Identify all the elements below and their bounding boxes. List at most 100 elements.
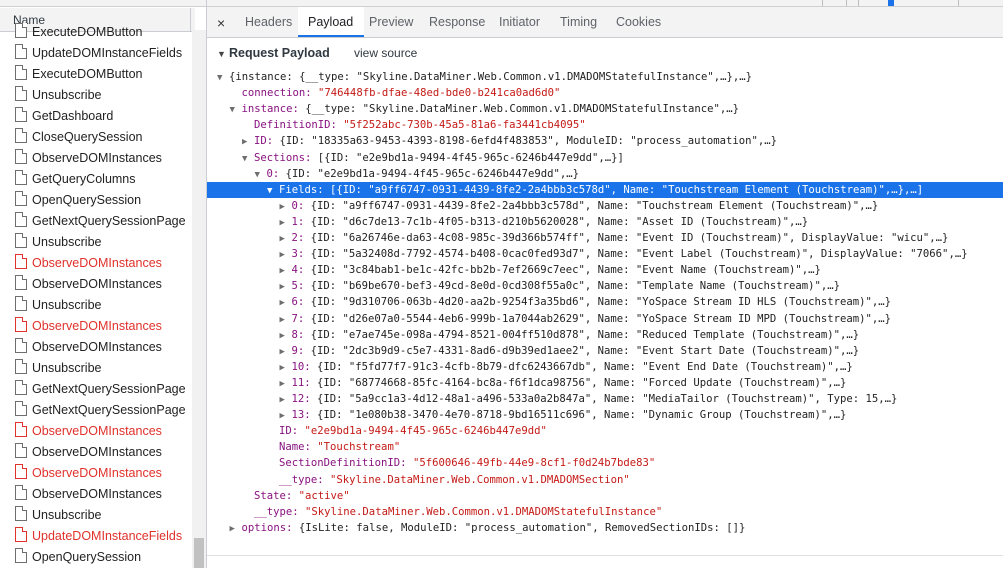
- document-icon: [15, 401, 27, 416]
- payload-tree-line[interactable]: ▶ 5: {ID: "b69be670-bef3-49cd-8e0d-0cd308…: [280, 278, 841, 294]
- expanded-triangle-icon[interactable]: ▼: [230, 102, 242, 118]
- request-row[interactable]: ObserveDOMInstances: [0, 252, 192, 273]
- request-row[interactable]: CloseQuerySession: [0, 126, 192, 147]
- expanded-triangle-icon[interactable]: ▼: [255, 167, 267, 183]
- payload-tree-line[interactable]: ▶ 11: {ID: "68774668-85fc-4164-bc8a-f6f1d…: [280, 375, 847, 391]
- property-value: [{ID: "e2e9bd1a-9494-4f45-965c-6246b447e…: [317, 151, 624, 164]
- view-source-link[interactable]: view source: [354, 46, 417, 60]
- collapsed-triangle-icon[interactable]: ▶: [242, 134, 254, 150]
- request-row[interactable]: GetQueryColumns: [0, 168, 192, 189]
- payload-tree-line[interactable]: ▶ ID: {ID: "18335a63-9453-4393-8198-6efd4…: [242, 133, 777, 149]
- payload-tree-line[interactable]: ▶ options: {IsLite: false, ModuleID: "pro…: [230, 520, 746, 536]
- request-row[interactable]: Unsubscribe: [0, 84, 192, 105]
- request-row[interactable]: ObserveDOMInstances: [0, 336, 192, 357]
- payload-tree-line[interactable]: ▶ 10: {ID: "f5fd77f7-91c3-4cfb-8b79-dfc62…: [280, 359, 853, 375]
- payload-tree-line: State: "active": [242, 488, 350, 504]
- collapsed-triangle-icon[interactable]: ▶: [280, 295, 292, 311]
- collapsed-triangle-icon[interactable]: ▶: [280, 392, 292, 408]
- request-name: ExecuteDOMButton: [32, 25, 143, 39]
- payload-tree-line: DefinitionID: "5f252abc-730b-45a5-81a6-f…: [242, 117, 586, 133]
- payload-tree-line[interactable]: ▶ 0: {ID: "a9ff6747-0931-4439-8fe2-2a4bbb…: [280, 198, 879, 214]
- collapsed-triangle-icon[interactable]: ▶: [230, 521, 242, 537]
- payload-tree-line[interactable]: ▶ 1: {ID: "d6c7de13-7c1b-4f05-b313-d210b5…: [280, 214, 809, 230]
- request-row[interactable]: ObserveDOMInstances: [0, 147, 192, 168]
- scrollbar-thumb[interactable]: [194, 538, 204, 568]
- request-row[interactable]: GetNextQuerySessionPage: [0, 399, 192, 420]
- request-row[interactable]: Unsubscribe: [0, 357, 192, 378]
- payload-tree-line[interactable]: ▼ instance: {__type: "Skyline.DataMiner.W…: [230, 101, 739, 117]
- collapsed-triangle-icon[interactable]: ▶: [280, 279, 292, 295]
- collapsed-triangle-icon[interactable]: ▶: [280, 247, 292, 263]
- collapsed-triangle-icon[interactable]: ▶: [280, 231, 292, 247]
- request-name: CloseQuerySession: [32, 130, 143, 144]
- request-row[interactable]: Unsubscribe: [0, 231, 192, 252]
- expanded-triangle-icon[interactable]: ▼: [217, 70, 229, 86]
- request-list-scrollbar[interactable]: [192, 30, 206, 568]
- tab-preview[interactable]: Preview: [369, 15, 413, 29]
- collapsed-triangle-icon[interactable]: ▶: [280, 376, 292, 392]
- payload-tree-line[interactable]: ▶ 4: {ID: "3c84bab1-be1c-42fc-bb2b-7ef266…: [280, 262, 821, 278]
- payload-tree-line[interactable]: ▶ 12: {ID: "5a9cc1a3-4d12-48a1-a496-533a0…: [280, 391, 898, 407]
- property-value: {ID: "b69be670-bef3-49cd-8e0d-0cd308f55a…: [310, 280, 841, 293]
- payload-tree-line[interactable]: ▼ {instance: {__type: "Skyline.DataMiner.…: [217, 69, 752, 85]
- collapsed-triangle-icon[interactable]: ▶: [280, 344, 292, 360]
- tab-response[interactable]: Response: [429, 15, 485, 29]
- close-icon[interactable]: ×: [217, 15, 225, 31]
- payload-tree-line: ID: "e2e9bd1a-9494-4f45-965c-6246b447e9d…: [267, 423, 547, 439]
- panel-divider: [207, 555, 1003, 556]
- collapsed-triangle-icon[interactable]: ▶: [280, 360, 292, 376]
- collapsed-triangle-icon[interactable]: ▶: [280, 199, 292, 215]
- collapsed-triangle-icon[interactable]: ▶: [280, 263, 292, 279]
- property-key: State:: [254, 489, 299, 502]
- request-row[interactable]: ObserveDOMInstances: [0, 420, 192, 441]
- request-row[interactable]: Unsubscribe: [0, 294, 192, 315]
- request-row[interactable]: ObserveDOMInstances: [0, 441, 192, 462]
- collapse-triangle-icon[interactable]: ▼: [217, 49, 229, 59]
- property-key: 0:: [266, 167, 286, 180]
- payload-tree-line[interactable]: ▶ 6: {ID: "9d310706-063b-4d20-aa2b-9254f3…: [280, 294, 892, 310]
- request-payload-header[interactable]: ▼ Request Payload: [217, 46, 330, 60]
- request-row[interactable]: ObserveDOMInstances: [0, 273, 192, 294]
- property-key: instance:: [241, 103, 306, 116]
- payload-tree-line[interactable]: ▼ 0: {ID: "e2e9bd1a-9494-4f45-965c-6246b4…: [255, 166, 580, 182]
- tab-cookies[interactable]: Cookies: [616, 15, 661, 29]
- property-key: 0:: [291, 199, 311, 212]
- payload-tree-line[interactable]: ▶ 7: {ID: "d26e07a0-5544-4eb6-999b-1a7044…: [280, 311, 892, 327]
- request-row[interactable]: UpdateDOMInstanceFields: [0, 42, 192, 63]
- payload-tree-line[interactable]: ▼ Sections: [{ID: "e2e9bd1a-9494-4f45-965…: [242, 150, 624, 166]
- request-row[interactable]: ExecuteDOMButton: [0, 21, 192, 42]
- request-row[interactable]: GetDashboard: [0, 105, 192, 126]
- collapsed-triangle-icon[interactable]: ▶: [280, 328, 292, 344]
- tab-initiator[interactable]: Initiator: [499, 15, 540, 29]
- payload-tree-line[interactable]: ▶ 2: {ID: "6a26746e-da63-4c08-985c-39d366…: [280, 230, 949, 246]
- payload-tree-line[interactable]: ▶ 3: {ID: "5a32408d-7792-4574-b408-0cac0f…: [280, 246, 968, 262]
- request-name: UpdateDOMInstanceFields: [32, 529, 183, 543]
- request-row[interactable]: ObserveDOMInstances: [0, 462, 192, 483]
- collapsed-triangle-icon[interactable]: ▶: [280, 408, 292, 424]
- request-row[interactable]: GetNextQuerySessionPage: [0, 210, 192, 231]
- request-row[interactable]: Unsubscribe: [0, 504, 192, 525]
- request-row[interactable]: GetNextQuerySessionPage: [0, 378, 192, 399]
- request-name: GetNextQuerySessionPage: [32, 382, 186, 396]
- expanded-triangle-icon[interactable]: ▼: [242, 151, 254, 167]
- collapsed-triangle-icon[interactable]: ▶: [280, 312, 292, 328]
- request-row[interactable]: OpenQuerySession: [0, 189, 192, 210]
- tab-timing[interactable]: Timing: [560, 15, 597, 29]
- request-row[interactable]: OpenQuerySession: [0, 546, 192, 567]
- tab-headers[interactable]: Headers: [245, 15, 292, 29]
- tab-payload[interactable]: Payload: [308, 15, 353, 29]
- request-row[interactable]: ExecuteDOMButton: [0, 63, 192, 84]
- payload-tree-line: __type: "Skyline.DataMiner.Web.Common.v1…: [242, 504, 662, 520]
- property-value: {instance: {__type: "Skyline.DataMiner.W…: [229, 71, 752, 83]
- request-row[interactable]: ObserveDOMInstances: [0, 483, 192, 504]
- payload-tree-line[interactable]: ▶ 9: {ID: "2dc3b9d9-c5e7-4331-8ad6-d9b39e…: [280, 343, 860, 359]
- expanded-triangle-icon[interactable]: ▼: [267, 183, 279, 199]
- request-row[interactable]: UpdateDOMInstanceFields: [0, 525, 192, 546]
- property-value: [{ID: "a9ff6747-0931-4439-8fe2-2a4bbb3c5…: [330, 183, 924, 196]
- payload-tree-line[interactable]: ▶ 13: {ID: "1e080b38-3470-4e70-8718-9bd16…: [280, 407, 847, 423]
- property-value: {ID: "e2e9bd1a-9494-4f45-965c-6246b447e9…: [285, 167, 580, 180]
- payload-tree-line[interactable]: ▼ Fields: [{ID: "a9ff6747-0931-4439-8fe2-…: [267, 182, 923, 198]
- request-row[interactable]: ObserveDOMInstances: [0, 315, 192, 336]
- collapsed-triangle-icon[interactable]: ▶: [280, 215, 292, 231]
- payload-tree-line[interactable]: ▶ 8: {ID: "e7ae745e-098a-4794-8521-004ff5…: [280, 327, 860, 343]
